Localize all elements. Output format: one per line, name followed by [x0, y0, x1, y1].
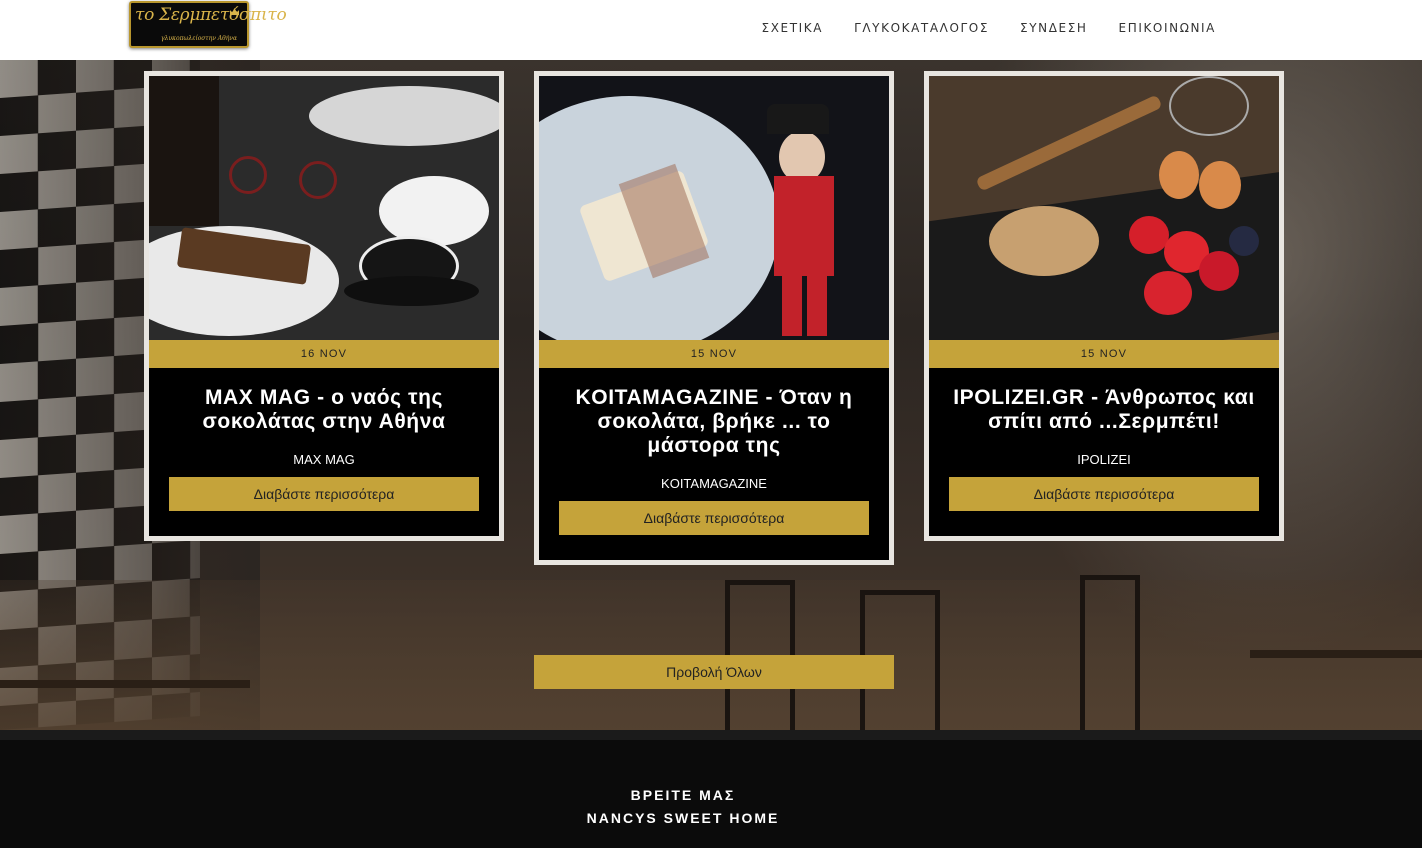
card-title[interactable]: KOITAMAGAZINE - Όταν η σοκολάτα, βρήκε .…	[559, 386, 869, 458]
main-nav: ΣΧΕΤΙΚΑ ΓΛΥΚΟΚΑΤΑΛΟΓΟΣ ΣΥΝΔΕΣΗ ΕΠΙΚΟΙΝΩΝ…	[762, 21, 1216, 35]
logo-left-text: γλυκοπωλείο	[161, 35, 202, 42]
nav-link-login[interactable]: ΣΥΝΔΕΣΗ	[1020, 21, 1088, 35]
card-date: 15 NOV	[539, 340, 889, 368]
chair-silhouette	[1080, 575, 1140, 730]
news-card[interactable]: 15 NOV KOITAMAGAZINE - Όταν η σοκολάτα, …	[534, 71, 894, 565]
footer-heading: ΒΡΕΙΤΕ ΜΑΣ	[630, 787, 736, 803]
footer-text-cutoff	[36, 842, 816, 848]
card-title[interactable]: MAX MAG - ο ναός της σοκολάτας στην Αθήν…	[169, 386, 479, 434]
card-image[interactable]	[929, 76, 1279, 340]
card-source: KOITAMAGAZINE	[661, 476, 767, 491]
footer-subheading: NANCYS SWEET HOME	[586, 810, 780, 826]
table-silhouette	[0, 680, 250, 688]
site-header: το Σερμπετόσπιτο γλυκοπωλείο στην Αθήνα …	[0, 0, 1422, 60]
view-all-button[interactable]: Προβολή Όλων	[534, 655, 894, 689]
read-more-button[interactable]: Διαβάστε περισσότερα	[169, 477, 479, 511]
nav-link-catalog[interactable]: ΓΛΥΚΟΚΑΤΑΛΟΓΟΣ	[854, 21, 989, 35]
card-source: IPOLIZEI	[1077, 452, 1131, 467]
site-logo[interactable]: το Σερμπετόσπιτο γλυκοπωλείο στην Αθήνα	[129, 1, 287, 48]
news-card[interactable]: 16 NOV MAX MAG - ο ναός της σοκολάτας στ…	[144, 71, 504, 541]
footer: ΒΡΕΙΤΕ ΜΑΣ NANCYS SWEET HOME	[0, 740, 1422, 848]
hero-divider	[0, 730, 1422, 740]
nav-link-about[interactable]: ΣΧΕΤΙΚΑ	[762, 21, 824, 35]
nav-link-contact[interactable]: ΕΠΙΚΟΙΝΩΝΙΑ	[1119, 21, 1216, 35]
card-image[interactable]	[539, 76, 889, 340]
logo-right-text: στην Αθήνα	[201, 35, 237, 42]
news-card[interactable]: 15 NOV IPOLIZEI.GR - Άνθρωπος και σπίτι …	[924, 71, 1284, 541]
read-more-button[interactable]: Διαβάστε περισσότερα	[949, 477, 1259, 511]
card-source: MAX MAG	[293, 452, 355, 467]
read-more-button[interactable]: Διαβάστε περισσότερα	[559, 501, 869, 535]
card-date: 15 NOV	[929, 340, 1279, 368]
card-date: 16 NOV	[149, 340, 499, 368]
card-image[interactable]	[149, 76, 499, 340]
table-silhouette	[1250, 650, 1422, 658]
card-title[interactable]: IPOLIZEI.GR - Άνθρωπος και σπίτι από ...…	[949, 386, 1259, 434]
logo-script-text: το Σερμπετόσπιτο	[135, 5, 287, 25]
